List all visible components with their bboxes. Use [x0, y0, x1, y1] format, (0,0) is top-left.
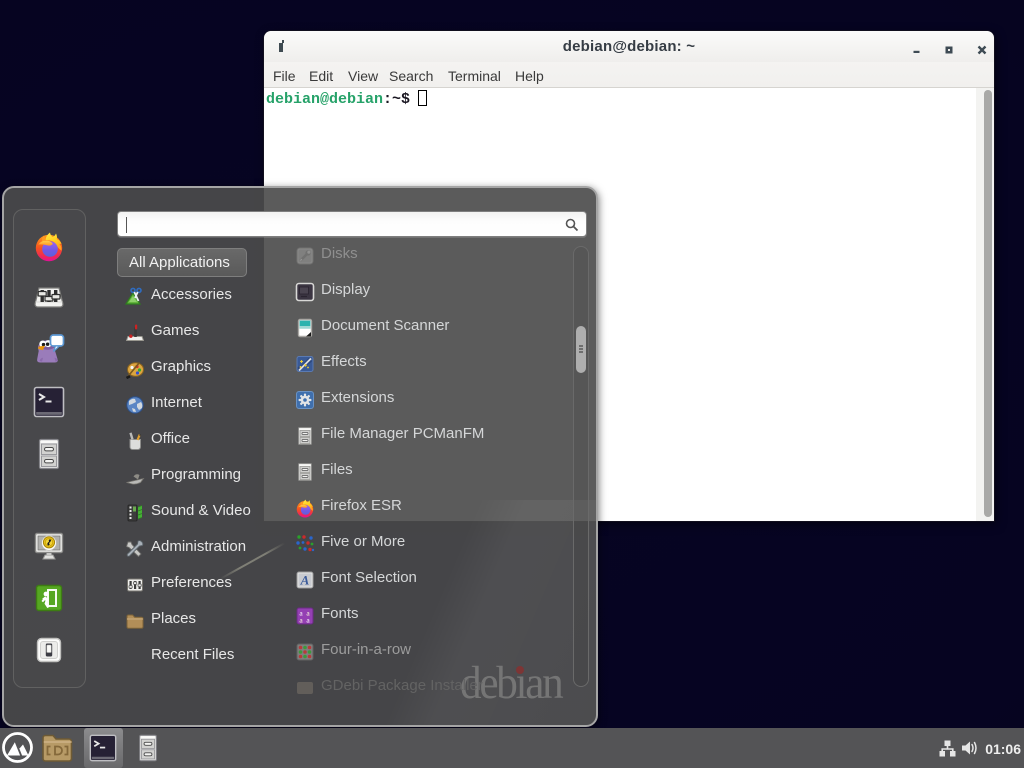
svg-text:A: A [300, 573, 310, 588]
